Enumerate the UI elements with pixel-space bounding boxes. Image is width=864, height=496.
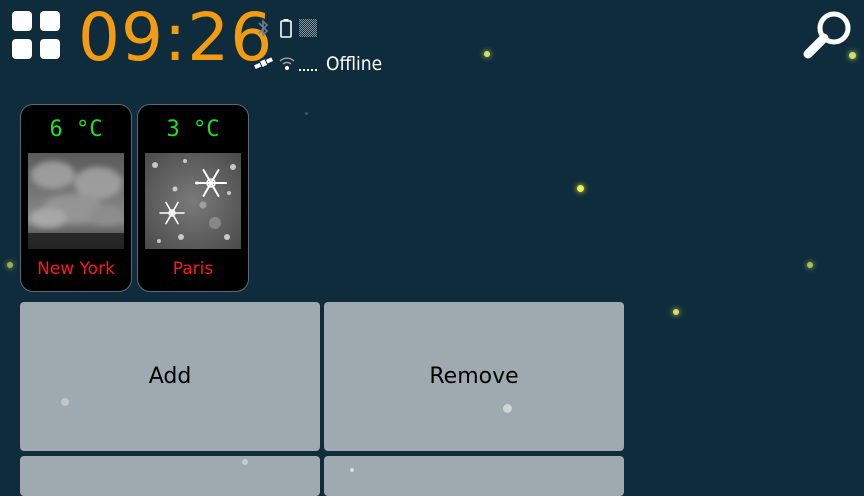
background-star [484, 51, 490, 57]
background-star [503, 404, 512, 413]
clock: 09:26 [78, 0, 274, 76]
background-star [242, 459, 248, 465]
temperature-label: 6 °C [49, 117, 103, 142]
background-star [350, 468, 354, 472]
weather-card-new-york[interactable]: 6 °C New York [20, 104, 132, 292]
city-label: Paris [172, 259, 214, 279]
snow-icon [145, 153, 241, 249]
background-star [7, 262, 13, 268]
wifi-icon [279, 57, 295, 70]
weather-card-paris[interactable]: 3 °C Paris [137, 104, 249, 292]
action-button[interactable] [324, 456, 624, 496]
city-label: New York [37, 259, 115, 279]
background-star [673, 309, 679, 315]
apps-grid-icon[interactable] [12, 11, 60, 59]
battery-icon [280, 19, 292, 38]
signal-icon [299, 19, 317, 37]
network-status-label: Offline [326, 53, 383, 75]
background-star [807, 262, 813, 268]
temperature-label: 3 °C [166, 117, 220, 142]
satellite-icon [254, 57, 274, 70]
signal-strength-dots-icon [299, 69, 317, 71]
search-icon[interactable] [802, 8, 856, 62]
background-star [61, 398, 69, 406]
cloudy-icon [28, 153, 124, 249]
add-button[interactable]: Add [20, 302, 320, 451]
background-star [305, 112, 308, 115]
background-star [577, 185, 584, 192]
bluetooth-icon [258, 19, 269, 37]
action-button[interactable] [20, 456, 320, 496]
remove-button[interactable]: Remove [324, 302, 624, 451]
